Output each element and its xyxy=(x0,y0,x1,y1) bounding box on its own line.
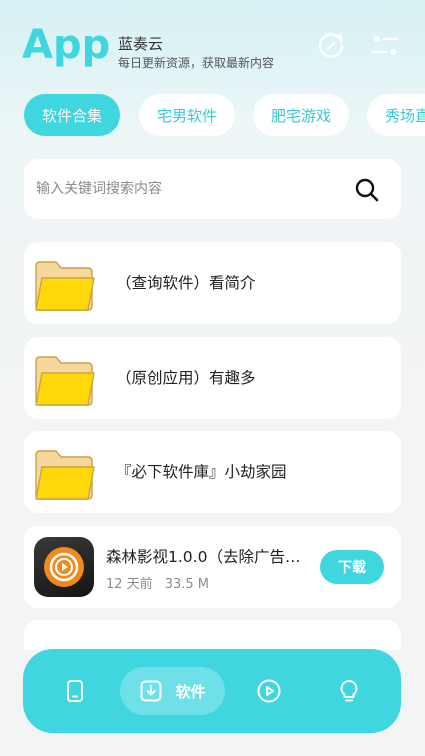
tab-software-collection[interactable]: 软件合集 xyxy=(24,94,120,136)
folder-card[interactable]: （查询软件）看简介 xyxy=(24,242,401,324)
search-input[interactable] xyxy=(36,173,336,205)
folder-title: 『必下软件庫』小劫家园 xyxy=(116,463,287,481)
folder-title: （查询软件）看简介 xyxy=(116,274,256,292)
video-app-icon xyxy=(34,537,94,597)
download-button[interactable]: 下载 xyxy=(320,550,384,584)
folder-card[interactable]: （原创应用）有趣多 xyxy=(24,337,401,419)
search-icon[interactable] xyxy=(354,177,380,203)
search-bar xyxy=(24,159,401,219)
nav-software-label: 软件 xyxy=(175,682,206,701)
nav-software[interactable]: 软件 xyxy=(120,667,225,715)
category-tabs: 软件合集 宅男软件 肥宅游戏 秀场直 xyxy=(0,94,425,136)
nav-phone[interactable] xyxy=(53,667,97,715)
bulb-icon xyxy=(340,680,358,702)
tab-otaku-software[interactable]: 宅男软件 xyxy=(139,94,235,136)
sliders-icon[interactable] xyxy=(369,30,401,62)
app-meta: 12 天前 33.5 M xyxy=(106,573,209,592)
folder-title: （原创应用）有趣多 xyxy=(116,369,256,387)
app-title: 森林影视1.0.0（去除广告… xyxy=(106,548,301,566)
folder-icon xyxy=(35,261,95,311)
app-subtitle: 每日更新资源，获取最新内容 xyxy=(118,56,275,70)
folder-icon xyxy=(35,356,95,406)
refresh-icon[interactable] xyxy=(315,30,347,62)
folder-icon xyxy=(35,450,95,500)
app-age: 12 天前 xyxy=(106,577,153,592)
app-header: App 蓝奏云 每日更新资源，获取最新内容 xyxy=(0,0,425,90)
list-item-partial xyxy=(24,620,401,650)
tab-games[interactable]: 肥宅游戏 xyxy=(253,94,349,136)
bottom-nav: 软件 xyxy=(23,649,401,733)
app-name: 蓝奏云 xyxy=(118,35,164,53)
folder-card[interactable]: 『必下软件庫』小劫家园 xyxy=(24,431,401,513)
tab-live-show[interactable]: 秀场直 xyxy=(367,94,425,136)
app-card[interactable]: 森林影视1.0.0（去除广告… 12 天前 33.5 M 下载 xyxy=(24,526,401,608)
play-icon xyxy=(257,679,281,703)
app-size: 33.5 M xyxy=(164,577,209,592)
app-logo: App xyxy=(22,22,111,68)
phone-icon xyxy=(67,680,83,702)
nav-ideas[interactable] xyxy=(327,667,371,715)
download-icon xyxy=(140,680,162,702)
nav-play[interactable] xyxy=(247,667,291,715)
